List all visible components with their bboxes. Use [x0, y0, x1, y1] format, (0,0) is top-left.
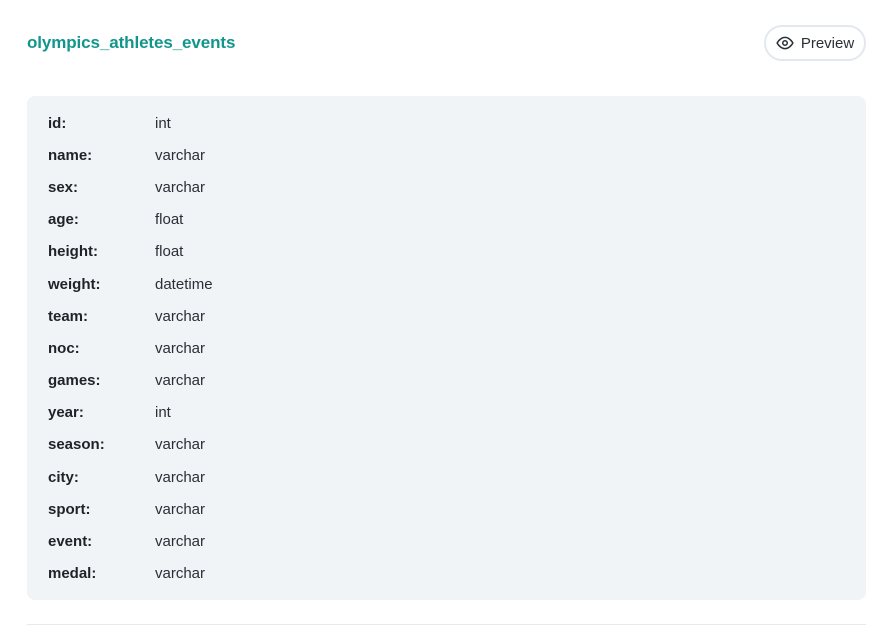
column-name: season: — [48, 436, 105, 454]
schema-row: weight: datetime — [27, 268, 866, 300]
column-name: height: — [48, 243, 98, 261]
schema-row: medal: varchar — [27, 558, 866, 590]
column-name: name: — [48, 146, 93, 164]
column-type: varchar — [155, 339, 206, 357]
column-type: varchar — [155, 146, 206, 164]
table-header: olympics_athletes_events Preview — [27, 25, 866, 65]
column-name: weight: — [48, 275, 101, 293]
column-name: year: — [48, 404, 84, 422]
eye-icon — [776, 34, 794, 52]
column-type: varchar — [155, 500, 206, 518]
column-name: team: — [48, 307, 89, 325]
column-type: varchar — [155, 533, 206, 551]
preview-button-label: Preview — [800, 34, 855, 52]
column-name: noc: — [48, 339, 80, 357]
column-type: int — [155, 404, 171, 422]
schema-row: games: varchar — [27, 365, 866, 397]
column-name: age: — [48, 211, 79, 229]
column-type: varchar — [155, 565, 206, 583]
column-type: varchar — [155, 372, 206, 390]
schema-row: event: varchar — [27, 525, 866, 557]
column-type: int — [155, 114, 171, 132]
preview-button[interactable]: Preview — [764, 25, 866, 61]
schema-row: noc: varchar — [27, 332, 866, 364]
column-name: id: — [48, 114, 67, 132]
column-type: datetime — [155, 275, 213, 293]
column-type: varchar — [155, 307, 206, 325]
section-divider — [27, 624, 866, 625]
schema-row: team: varchar — [27, 300, 866, 332]
column-name: city: — [48, 468, 79, 486]
schema-row: year: int — [27, 397, 866, 429]
column-type: varchar — [155, 468, 206, 486]
column-name: sex: — [48, 178, 79, 196]
schema-row: city: varchar — [27, 461, 866, 493]
column-name: games: — [48, 372, 101, 390]
schema-row: id: int — [27, 107, 866, 139]
column-type: float — [155, 211, 184, 229]
column-name: sport: — [48, 500, 91, 518]
schema-row: sex: varchar — [27, 171, 866, 203]
schema-row: season: varchar — [27, 429, 866, 461]
column-type: varchar — [155, 178, 206, 196]
table-title: olympics_athletes_events — [27, 33, 236, 52]
schema-row: sport: varchar — [27, 493, 866, 525]
schema-row: height: float — [27, 236, 866, 268]
schema-row: age: float — [27, 204, 866, 236]
column-name: medal: — [48, 565, 97, 583]
column-type: varchar — [155, 436, 206, 454]
schema-row: name: varchar — [27, 139, 866, 171]
column-type: float — [155, 243, 184, 261]
schema-panel: id: int name: varchar sex: varchar age: … — [27, 96, 866, 600]
column-name: event: — [48, 533, 93, 551]
